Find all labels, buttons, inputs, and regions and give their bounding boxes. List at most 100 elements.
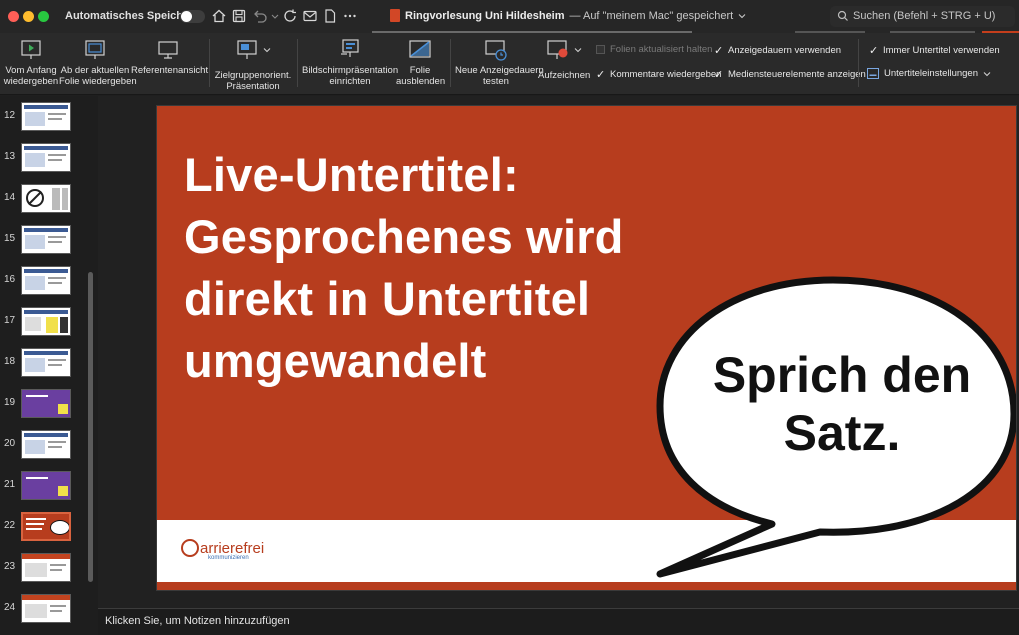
- undo-dropdown-icon[interactable]: [267, 8, 279, 24]
- slide-thumbnail[interactable]: [21, 348, 71, 377]
- slide-thumbnail[interactable]: [21, 184, 71, 213]
- speech-bubble-text[interactable]: Sprich den Satz.: [667, 346, 1016, 462]
- window-close-button[interactable]: [8, 11, 19, 22]
- slide-thumbnail[interactable]: [21, 389, 71, 418]
- rehearse-timings-button[interactable]: Neue Anzeigedauern testen: [455, 38, 544, 87]
- hide-slide-button[interactable]: Folie ausblenden: [396, 38, 446, 87]
- presenter-view-button[interactable]: Referentenansicht: [131, 38, 209, 76]
- setup-show-button[interactable]: Bildschirmpräsentation einrichten: [302, 38, 398, 87]
- hide-slide-label-2: ausblenden: [396, 76, 446, 87]
- document-save-status: — Auf "meinem Mac" gespeichert: [569, 9, 734, 22]
- thumbnail-number: 19: [4, 397, 16, 408]
- thumbnail-shape: [48, 236, 66, 238]
- slide-thumbnail[interactable]: [21, 553, 71, 582]
- always-use-subtitles-label: Immer Untertitel verwenden: [883, 45, 1000, 56]
- thumbnail-row[interactable]: 17: [0, 307, 98, 348]
- checkmark-icon: ✓: [596, 69, 606, 81]
- slide-thumbnail[interactable]: [21, 430, 71, 459]
- slideshow-ribbon: Vom Anfang wiedergeben Ab der aktuellen …: [0, 33, 1019, 95]
- current-slide[interactable]: Live-Untertitel: Gesprochenes wird direk…: [156, 105, 1017, 591]
- slide-thumbnail[interactable]: [21, 594, 71, 623]
- subtitle-settings-icon: [867, 68, 879, 79]
- new-document-icon[interactable]: [322, 8, 338, 24]
- thumbnail-shape: [24, 146, 68, 150]
- window-minimize-button[interactable]: [23, 11, 34, 22]
- bubble-text-line: Satz.: [783, 405, 901, 461]
- always-use-subtitles-checkbox[interactable]: ✓ Immer Untertitel verwenden: [869, 44, 1000, 57]
- presenter-view-icon: [158, 41, 178, 59]
- thumbnail-number: 24: [4, 602, 16, 613]
- thumbnail-shape: [48, 441, 66, 443]
- thumbnail-row[interactable]: 15: [0, 225, 98, 266]
- subtitle-settings-label: Untertiteleinstellungen: [884, 68, 979, 79]
- slide-thumbnail[interactable]: [21, 225, 71, 254]
- custom-show-button[interactable]: Zielgruppenorient. Präsentation: [213, 38, 293, 92]
- redo-icon[interactable]: [282, 8, 298, 24]
- undo-icon[interactable]: [252, 8, 268, 24]
- search-input[interactable]: Suchen (Befehl + STRG + U): [830, 6, 1015, 27]
- thumbnail-shape: [48, 113, 66, 115]
- play-from-current-button[interactable]: Ab der aktuellen Folie wiedergeben: [59, 38, 137, 87]
- thumbnail-row[interactable]: 24: [0, 594, 98, 635]
- save-icon[interactable]: [231, 8, 247, 24]
- keep-slides-updated-label: Folien aktualisiert halten: [610, 44, 713, 55]
- mail-icon[interactable]: [302, 8, 318, 24]
- chevron-down-icon: [574, 48, 582, 53]
- notes-placeholder: Klicken Sie, um Notizen hinzuzufügen: [105, 615, 290, 627]
- presenter-view-label: Referentenansicht: [131, 65, 209, 76]
- thumbnail-row[interactable]: 22: [0, 512, 98, 553]
- thumbnail-shape: [48, 282, 62, 284]
- document-title-area[interactable]: Ringvorlesung Uni Hildesheim — Auf "mein…: [390, 9, 746, 22]
- slide-thumbnail[interactable]: [21, 307, 71, 336]
- slide-thumbnail[interactable]: [21, 471, 71, 500]
- use-timings-checkbox[interactable]: ✓ Anzeigedauern verwenden: [714, 44, 841, 57]
- play-from-start-button[interactable]: Vom Anfang wiedergeben: [2, 38, 60, 87]
- notes-pane[interactable]: Klicken Sie, um Notizen hinzuzufügen: [98, 608, 1019, 635]
- chevron-down-icon: [263, 48, 271, 53]
- thumbnail-number: 18: [4, 356, 16, 367]
- hide-slide-label-1: Folie: [409, 65, 431, 76]
- thumbnail-row[interactable]: 16: [0, 266, 98, 307]
- slide-thumbnail[interactable]: [21, 102, 71, 131]
- autosave-toggle[interactable]: [180, 10, 205, 23]
- custom-show-icon: [237, 40, 257, 59]
- thumbnail-shape: [25, 440, 45, 454]
- thumbnail-row[interactable]: 21: [0, 471, 98, 512]
- thumbnail-row[interactable]: 14: [0, 184, 98, 225]
- thumbnail-shape: [25, 276, 45, 290]
- checkmark-icon: ✓: [714, 69, 724, 81]
- thumbnail-row[interactable]: 13: [0, 143, 98, 184]
- keep-slides-updated-checkbox[interactable]: Folien aktualisiert halten: [596, 44, 712, 55]
- show-media-controls-checkbox[interactable]: ✓ Mediensteuerelemente anzeigen: [714, 68, 866, 81]
- play-narrations-checkbox[interactable]: ✓ Kommentare wiedergeben: [596, 68, 721, 81]
- ribbon-separator: [297, 39, 298, 87]
- thumbnail-row[interactable]: 18: [0, 348, 98, 389]
- hide-slide-icon: [409, 40, 431, 58]
- thumbnail-shape: [24, 228, 68, 232]
- record-button[interactable]: Aufzeichnen: [538, 38, 590, 81]
- thumbnail-row[interactable]: 12: [0, 102, 98, 143]
- window-maximize-button[interactable]: [38, 11, 49, 22]
- home-icon[interactable]: [211, 8, 227, 24]
- thumbnail-shape: [26, 523, 44, 525]
- thumbnail-shape: [60, 317, 68, 333]
- chevron-down-icon: [738, 13, 746, 18]
- slide-thumbnail[interactable]: [21, 266, 71, 295]
- thumbnail-row[interactable]: 20: [0, 430, 98, 471]
- search-placeholder: Suchen (Befehl + STRG + U): [853, 10, 996, 22]
- subtitle-settings-button[interactable]: Untertiteleinstellungen: [867, 68, 991, 79]
- thumbnail-shape: [25, 358, 45, 372]
- slide-thumbnail[interactable]: [21, 143, 71, 172]
- chevron-down-icon: [983, 71, 991, 76]
- thumbnail-number: 14: [4, 192, 16, 203]
- play-from-current-icon: [85, 40, 105, 59]
- thumbnail-row[interactable]: 19: [0, 389, 98, 430]
- more-icon[interactable]: [342, 8, 358, 24]
- show-media-controls-label: Mediensteuerelemente anzeigen: [728, 69, 866, 80]
- thumbnail-shape: [48, 118, 62, 120]
- thumbnail-row[interactable]: 23: [0, 553, 98, 594]
- search-icon: [837, 10, 848, 21]
- thumbnail-number: 21: [4, 479, 16, 490]
- thumbnail-scrollbar[interactable]: [88, 272, 93, 582]
- slide-thumbnail[interactable]: [21, 512, 71, 541]
